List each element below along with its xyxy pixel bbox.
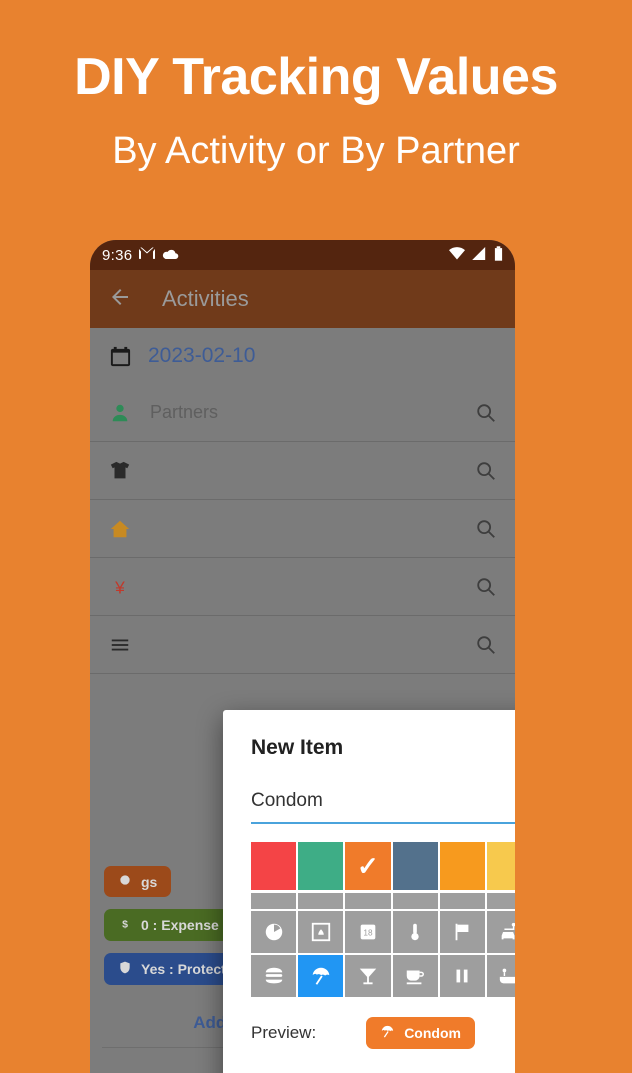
chip-drugs[interactable]: gs [104,866,172,897]
icon-grid-partial-row[interactable] [251,893,515,909]
calendar-18-icon[interactable]: 18 [345,911,391,953]
icon-cell-partial[interactable] [392,893,438,909]
icon-cell-partial[interactable] [298,893,344,909]
promo-title: DIY Tracking Values [74,48,558,106]
row-list[interactable] [90,616,515,674]
circle-icon [118,873,132,890]
color-swatch-row: ✓ [251,842,515,890]
chip-expense[interactable]: $ 0 : Expense [104,909,233,941]
name-input[interactable]: Condom [251,790,515,824]
coffee-icon[interactable] [392,955,438,997]
name-field-wrapper: Condom [251,790,515,824]
search-icon[interactable] [475,576,497,598]
preview-label: Preview: [251,1023,317,1042]
burger-icon[interactable] [251,955,297,997]
fireplace-icon[interactable] [298,911,344,953]
thermometer-icon[interactable] [392,911,438,953]
beach-umbrella-icon[interactable] [298,955,344,997]
status-bar: 9:36 [90,240,515,270]
icon-cell-partial[interactable] [439,893,485,909]
row-label: Partners [150,402,219,422]
date-value: 2023-02-10 [148,344,256,367]
promo-subtitle: By Activity or By Partner [112,129,520,172]
icon-grid-row-1: 18 [251,911,515,953]
cocktail-icon[interactable] [345,955,391,997]
date-row[interactable]: 2023-02-10 [90,328,515,384]
phone-mockup: 9:36 Activities 2023-02-10 Partners ¥ gs… [90,240,515,1073]
preview-chip-label: Condom [404,1025,461,1041]
row-partners[interactable]: Partners [90,384,515,442]
svg-text:¥: ¥ [114,577,125,597]
shield-icon [118,960,132,978]
calendar-icon [108,344,132,368]
search-icon[interactable] [475,402,497,424]
pie-thumb-icon[interactable] [251,911,297,953]
person-icon [108,401,132,425]
icon-cell-partial[interactable] [345,893,391,909]
check-icon: ✓ [357,851,379,881]
color-swatch-orange-selected[interactable]: ✓ [345,842,391,890]
row-clothing[interactable] [90,442,515,500]
chip-label: 0 : Expense [141,917,219,933]
icon-cell-partial[interactable] [486,893,515,909]
new-item-dialog: New Item Condom ✓ 18 Preview: Condom [223,710,515,1073]
search-icon[interactable] [475,634,497,656]
dialog-actions: CANCEL ADD [223,1049,515,1073]
bathtub-icon[interactable] [486,955,515,997]
pause-icon[interactable] [439,955,485,997]
color-swatch-steelblue[interactable] [392,842,438,890]
icon-grid-row-2 [251,955,515,997]
dollar-icon: $ [118,916,132,934]
status-time: 9:36 [102,246,133,264]
wifi-icon [449,246,465,264]
gmail-icon [139,247,156,264]
promo-header: DIY Tracking Values By Activity or By Pa… [0,0,632,172]
chip-label: gs [141,873,158,890]
svg-text:$: $ [122,919,128,931]
battery-icon [494,245,503,265]
search-icon[interactable] [475,518,497,540]
list-icon [108,633,132,657]
row-house[interactable] [90,500,515,558]
icon-cell-partial[interactable] [251,893,297,909]
house-icon [108,517,132,541]
page-title: Activities [162,286,249,311]
beach-umbrella-icon [380,1024,395,1042]
signal-icon [472,246,487,264]
dialog-title: New Item [251,736,344,759]
color-swatch-yellow[interactable] [486,842,515,890]
row-currency[interactable]: ¥ [90,558,515,616]
flag-icon[interactable] [439,911,485,953]
tshirt-icon [108,459,132,483]
preview-area: Preview: Condom [251,1017,515,1049]
app-bar: Activities [90,270,515,328]
search-icon[interactable] [475,460,497,482]
preview-chip: Condom [366,1017,475,1049]
color-swatch-green[interactable] [298,842,344,890]
back-arrow-icon[interactable] [108,285,132,314]
cloud-icon [162,247,179,264]
svg-text:18: 18 [363,929,373,938]
car-wash-icon[interactable] [486,911,515,953]
currency-icon: ¥ [108,575,132,599]
color-swatch-red[interactable] [251,842,297,890]
color-swatch-amber[interactable] [439,842,485,890]
